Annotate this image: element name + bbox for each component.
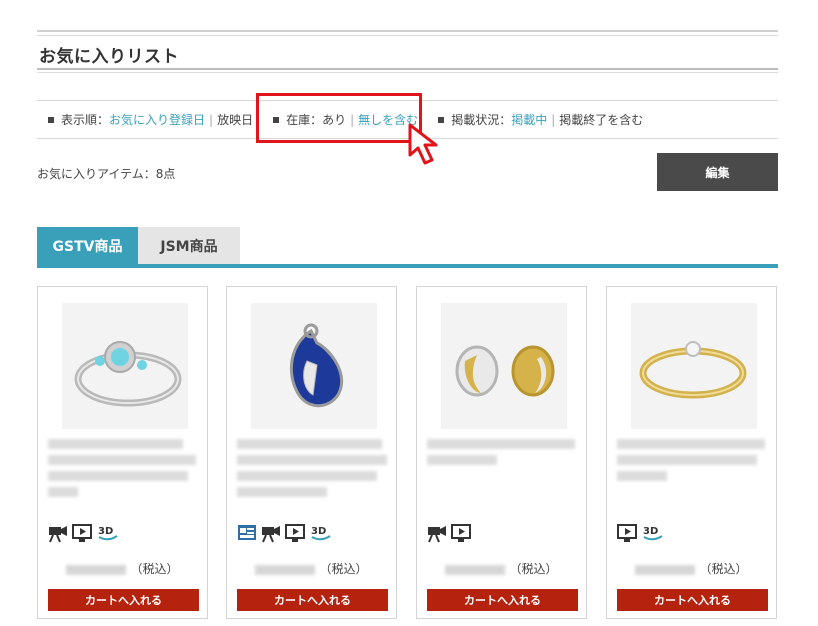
highlight-box — [256, 93, 422, 143]
add-to-cart-button[interactable]: カートへ入れる — [617, 589, 768, 611]
favorites-count: お気に入りアイテム：8点 — [37, 167, 176, 181]
product-card[interactable]: 3D （税込） カートへ入れる — [37, 286, 208, 619]
gallery-icon — [238, 525, 256, 540]
product-image[interactable] — [441, 303, 567, 429]
media-icons — [427, 523, 471, 543]
svg-text:3D: 3D — [98, 526, 113, 537]
play-icon — [451, 524, 471, 542]
3d-icon: 3D — [643, 526, 663, 541]
price-row: （税込） — [38, 560, 207, 577]
bullet-icon — [48, 116, 54, 123]
sort-option-air-date[interactable]: 放映日 — [217, 111, 253, 128]
media-icons: 3D — [617, 523, 665, 543]
price-row: （税込） — [227, 560, 396, 577]
sort-label: 表示順： — [61, 113, 110, 127]
listing-option-include-ended[interactable]: 掲載終了を含む — [559, 111, 643, 128]
svg-text:3D: 3D — [643, 526, 658, 537]
listing-option-active[interactable]: 掲載中 — [511, 111, 547, 128]
price-row: （税込） — [607, 560, 776, 577]
tax-label: （税込） — [699, 562, 748, 576]
title-rule-top — [37, 30, 778, 32]
product-image[interactable] — [631, 303, 757, 429]
play-icon — [617, 524, 637, 542]
ring-icon — [631, 303, 757, 429]
title-rule-bottom — [37, 68, 778, 70]
media-icons: 3D — [237, 523, 333, 543]
add-to-cart-button[interactable]: カートへ入れる — [427, 589, 578, 611]
product-card[interactable]: 3D （税込） カートへ入れる — [606, 286, 777, 619]
product-image[interactable] — [62, 303, 188, 429]
sort-option-favorite-date[interactable]: お気に入り登録日 — [109, 111, 205, 128]
add-to-cart-button[interactable]: カートへ入れる — [237, 589, 388, 611]
listing-label: 掲載状況： — [451, 113, 512, 127]
ring-icon — [62, 303, 188, 429]
play-icon — [72, 524, 92, 542]
pointer-cursor-icon — [408, 123, 438, 165]
pendant-icon — [251, 303, 377, 429]
earrings-icon — [441, 303, 567, 429]
price-row: （税込） — [417, 560, 586, 577]
3d-icon: 3D — [98, 526, 118, 541]
title-rule-bottom-inner — [37, 72, 778, 73]
video-camera-icon — [49, 526, 67, 543]
separator: | — [209, 112, 214, 127]
media-icons: 3D — [48, 523, 120, 543]
edit-button[interactable]: 編集 — [657, 153, 778, 191]
video-camera-icon — [428, 526, 446, 543]
title-rule-top-inner — [37, 35, 778, 36]
tab-underline — [37, 264, 778, 268]
play-icon — [285, 524, 305, 542]
add-to-cart-button[interactable]: カートへ入れる — [48, 589, 199, 611]
svg-text:3D: 3D — [311, 526, 326, 537]
tax-label: （税込） — [509, 562, 558, 576]
separator: | — [551, 112, 556, 127]
product-image[interactable] — [251, 303, 377, 429]
tax-label: （税込） — [319, 562, 368, 576]
3d-icon: 3D — [311, 526, 331, 541]
video-camera-icon — [262, 526, 280, 543]
tax-label: （税込） — [130, 562, 179, 576]
tab-jsm[interactable]: JSM商品 — [138, 227, 240, 265]
tab-gstv[interactable]: GSTV商品 — [37, 227, 138, 265]
product-card[interactable]: 3D （税込） カートへ入れる — [226, 286, 397, 619]
page-title: お気に入りリスト — [39, 47, 179, 67]
product-card[interactable]: （税込） カートへ入れる — [416, 286, 587, 619]
